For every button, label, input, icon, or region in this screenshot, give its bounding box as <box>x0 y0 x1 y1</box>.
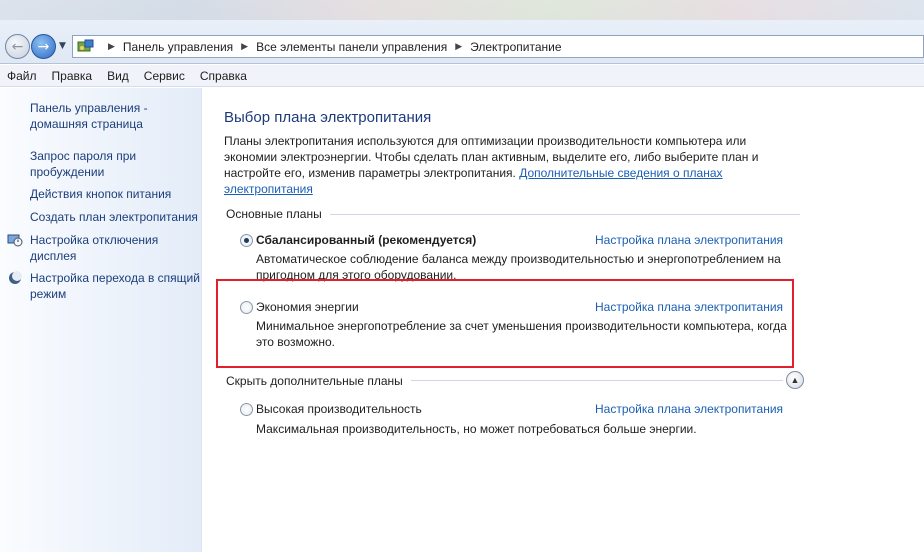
moon-icon <box>9 271 22 284</box>
forward-button[interactable]: → <box>31 34 56 59</box>
sidebar-item-display-off[interactable]: Настройка отключения дисплея <box>30 232 200 264</box>
menu-file[interactable]: Файл <box>7 69 37 83</box>
sidebar-item-home[interactable]: Панель управления - домашняя страница <box>30 100 200 132</box>
arrow-left-icon: ← <box>11 38 24 55</box>
menu-tools[interactable]: Сервис <box>144 69 185 83</box>
breadcrumb-control-panel[interactable]: Панель управления <box>123 40 233 54</box>
breadcrumb-all-items[interactable]: Все элементы панели управления <box>256 40 447 54</box>
plan-balanced-name[interactable]: Сбалансированный (рекомендуется) <box>256 233 476 247</box>
back-button[interactable]: ← <box>5 34 30 59</box>
sidebar-item-create-plan[interactable]: Создать план электропитания <box>30 209 200 225</box>
plan-balanced-settings-link[interactable]: Настройка плана электропитания <box>595 233 783 247</box>
display-clock-icon <box>7 234 23 247</box>
main-content: Выбор плана электропитания Планы электро… <box>203 88 924 552</box>
chevron-right-icon[interactable]: ▶ <box>241 41 248 52</box>
sidebar-item-power-buttons[interactable]: Действия кнопок питания <box>30 186 200 202</box>
divider <box>330 214 800 215</box>
menu-help[interactable]: Справка <box>200 69 247 83</box>
sidebar: Панель управления - домашняя страница За… <box>0 88 202 552</box>
chevron-right-icon[interactable]: ▶ <box>455 41 462 52</box>
plan-high-performance-name[interactable]: Высокая производительность <box>256 402 422 416</box>
intro-text: Планы электропитания используются для оп… <box>224 133 784 197</box>
divider <box>411 380 783 381</box>
address-bar: ← → ▼ ▶ Панель управления ▶ Все элементы… <box>0 0 924 64</box>
address-field[interactable]: ▶ Панель управления ▶ Все элементы панел… <box>72 35 924 58</box>
plan-power-saver-settings-link[interactable]: Настройка плана электропитания <box>595 300 783 314</box>
blurred-background-strip <box>0 0 924 20</box>
chevron-right-icon[interactable]: ▶ <box>108 41 115 52</box>
plan-high-performance-radio[interactable] <box>240 403 253 416</box>
plan-power-saver-radio[interactable] <box>240 301 253 314</box>
additional-plans-heading: Скрыть дополнительные планы <box>226 374 403 388</box>
breadcrumb-power-options[interactable]: Электропитание <box>470 40 561 54</box>
menu-view[interactable]: Вид <box>107 69 129 83</box>
page-title: Выбор плана электропитания <box>224 109 432 126</box>
basic-plans-heading: Основные планы <box>226 207 322 221</box>
plan-balanced-radio[interactable] <box>240 234 253 247</box>
menu-bar: Файл Правка Вид Сервис Справка <box>0 65 924 87</box>
chevron-up-icon: ▲ <box>790 375 800 385</box>
plan-power-saver-description: Минимальное энергопотребление за счет ум… <box>256 319 787 349</box>
recent-pages-dropdown-icon[interactable]: ▼ <box>59 41 66 51</box>
collapse-button[interactable]: ▲ <box>786 371 804 389</box>
sidebar-item-password-on-wake[interactable]: Запрос пароля при пробуждении <box>30 148 200 180</box>
plan-high-performance-description: Максимальная производительность, но може… <box>256 422 697 436</box>
arrow-right-icon: → <box>37 38 50 55</box>
control-panel-icon <box>77 39 94 52</box>
plan-power-saver-name[interactable]: Экономия энергии <box>256 300 359 314</box>
menu-edit[interactable]: Правка <box>52 69 93 83</box>
plan-high-performance-settings-link[interactable]: Настройка плана электропитания <box>595 402 783 416</box>
sidebar-item-sleep[interactable]: Настройка перехода в спящий режим <box>30 270 200 302</box>
